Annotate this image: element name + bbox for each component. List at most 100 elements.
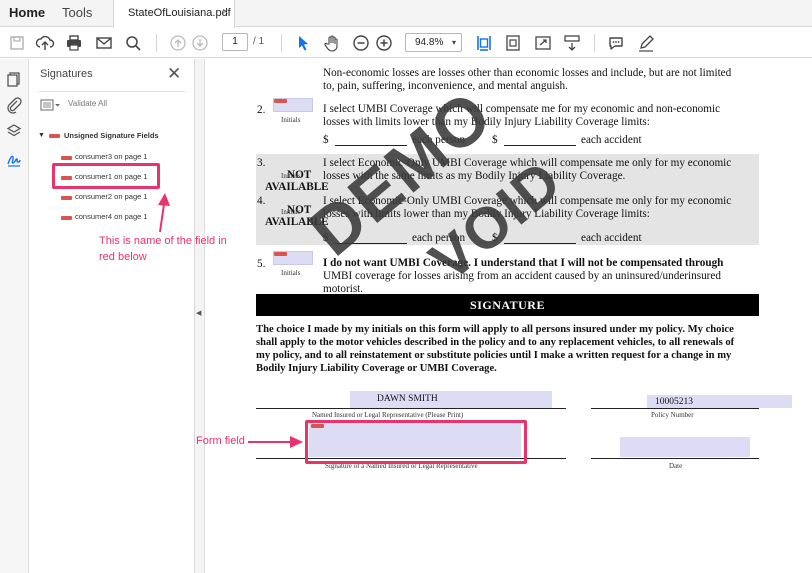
doc-line: losses with limits lower than my Bodily … (323, 208, 650, 220)
field-item-consumer3[interactable]: consumer3 on page 1 (75, 152, 148, 161)
item-number: 3. (257, 157, 266, 169)
signature-flag-icon (274, 252, 287, 256)
signatures-panel-title: Signatures (40, 68, 93, 80)
signature-flag-icon (49, 134, 60, 138)
pages-icon[interactable] (5, 70, 23, 88)
zoom-select[interactable]: 94.8% ▾ (405, 33, 462, 52)
doc-line: each person (412, 232, 466, 244)
search-icon[interactable] (123, 33, 143, 53)
validate-all-button[interactable]: Validate All (68, 99, 107, 108)
highlight-box-form-field (305, 420, 527, 464)
doc-line: $ (323, 134, 329, 146)
menu-bar: Home Tools StateOfLouisiana.pdf × (0, 0, 812, 28)
blank-line (335, 243, 407, 244)
chevron-down-icon[interactable]: ▼ (38, 132, 45, 139)
doc-line: losses with limits lower than my Bodily … (323, 116, 650, 128)
available-label: AVAILABLE (265, 216, 329, 228)
highlight-box-field-name (52, 163, 160, 189)
document-view[interactable]: Non-economic losses are losses other tha… (205, 59, 812, 573)
page-total: / 1 (253, 36, 265, 47)
doc-line: I select UMBI Coverage which will compen… (323, 103, 721, 115)
doc-line: I do not want UMBI Coverage. I understan… (323, 257, 724, 269)
initials-label: Initials (281, 208, 301, 216)
comment-icon[interactable] (606, 33, 626, 53)
doc-line: to, pain, suffering, inconvenience, and … (323, 80, 568, 92)
options-menu-icon[interactable] (40, 98, 62, 111)
left-tool-rail (0, 59, 29, 573)
email-icon[interactable] (94, 33, 114, 53)
upload-icon[interactable] (35, 33, 55, 53)
date-field[interactable] (620, 437, 750, 457)
panel-collapse-handle[interactable]: ◀ (195, 59, 205, 573)
panel-divider (39, 91, 185, 92)
field-name-annotation-line2: red below (99, 251, 147, 263)
doc-line: each accident (581, 134, 642, 146)
document-tab-title: StateOfLouisiana.pdf (128, 7, 231, 19)
close-tab-icon[interactable]: × (222, 6, 228, 18)
hand-icon[interactable] (322, 33, 342, 53)
signature-flag-icon (61, 216, 72, 220)
zoom-value: 94.8% (415, 37, 444, 48)
item-number: 4. (257, 195, 266, 207)
doc-line: $ (492, 134, 498, 146)
chevron-down-icon: ▾ (451, 38, 456, 47)
toolbar: 1 / 1 94.8% ▾ (0, 28, 812, 58)
doc-line: $ (492, 232, 498, 244)
fit-page-icon[interactable] (503, 33, 523, 53)
doc-line: Bodily Injury Liability Coverage or UMBI… (256, 363, 497, 374)
blank-line (504, 243, 576, 244)
collapse-arrow-icon[interactable]: ◀ (196, 309, 201, 317)
select-arrow-icon[interactable] (293, 33, 313, 53)
policy-caption: Policy Number (651, 411, 694, 419)
toolbar-separator (594, 34, 595, 52)
menu-tools[interactable]: Tools (62, 5, 92, 20)
date-caption: Date (669, 462, 683, 470)
form-field-annotation: Form field (196, 435, 245, 447)
print-icon[interactable] (64, 33, 84, 53)
menu-home[interactable]: Home (9, 5, 45, 20)
signature-icon[interactable] (5, 150, 23, 168)
doc-line: each person (412, 134, 466, 146)
name-caption: Named Insured or Legal Representative (P… (312, 411, 464, 419)
unsigned-fields-group[interactable]: Unsigned Signature Fields (64, 131, 159, 140)
blank-line (504, 145, 576, 146)
doc-line: each accident (581, 232, 642, 244)
signature-line (591, 458, 759, 459)
attachment-icon[interactable] (5, 96, 23, 114)
field-name-annotation-line1: This is name of the field in (99, 235, 227, 247)
policy-number-value: 10005213 (655, 397, 693, 407)
layers-icon[interactable] (5, 122, 23, 140)
doc-line: I select Economic-Only UMBI Coverage whi… (323, 195, 732, 207)
doc-line: UMBI coverage for losses arising from an… (323, 270, 721, 282)
toolbar-separator (156, 34, 157, 52)
close-icon[interactable]: ✕ (167, 64, 181, 84)
field-item-consumer4[interactable]: consumer4 on page 1 (75, 212, 148, 221)
page-down-icon[interactable] (190, 33, 210, 53)
doc-line: The choice I made by my initials on this… (256, 324, 734, 335)
initials-label: Initials (281, 172, 301, 180)
fit-width-icon[interactable] (474, 33, 494, 53)
scroll-mode-icon[interactable] (562, 33, 582, 53)
item-number: 2. (257, 104, 266, 116)
document-tab[interactable]: StateOfLouisiana.pdf × (113, 0, 235, 28)
full-screen-icon[interactable] (533, 33, 553, 53)
signatures-panel: Signatures ✕ Validate All ▼ Unsigned Sig… (29, 59, 195, 573)
doc-line: I select Economic-Only UMBI Coverage whi… (323, 157, 732, 169)
zoom-out-icon[interactable] (351, 33, 371, 53)
signature-flag-icon (274, 99, 287, 103)
zoom-in-icon[interactable] (374, 33, 394, 53)
initials-label: Initials (281, 116, 301, 124)
insured-name-value: DAWN SMITH (377, 394, 438, 404)
doc-line: my policy, and to all reinstatement or s… (256, 350, 732, 361)
signature-line (256, 408, 566, 409)
page-number-input[interactable]: 1 (222, 33, 248, 51)
signature-flag-icon (61, 156, 72, 160)
initials-label: Initials (281, 269, 301, 277)
pen-icon[interactable] (636, 33, 656, 53)
field-item-consumer2[interactable]: consumer2 on page 1 (75, 192, 148, 201)
page-up-icon[interactable] (168, 33, 188, 53)
blank-line (335, 145, 407, 146)
save-icon[interactable] (7, 33, 27, 53)
signature-flag-icon (61, 196, 72, 200)
toolbar-separator (281, 34, 282, 52)
